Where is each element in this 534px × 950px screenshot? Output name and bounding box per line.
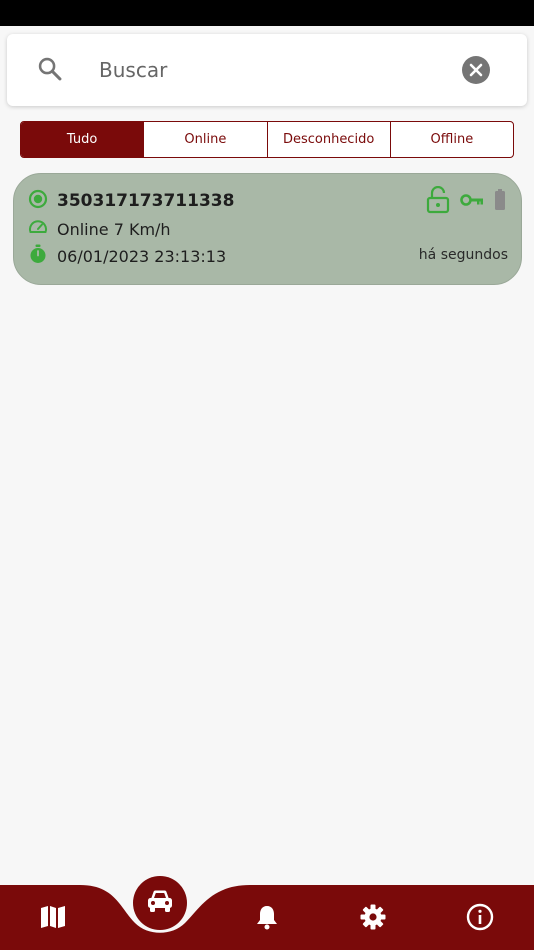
bottom-navigation bbox=[0, 868, 534, 950]
tab-online[interactable]: Online bbox=[144, 122, 268, 157]
device-status-row: Online 7 Km/h bbox=[28, 217, 171, 241]
tab-offline[interactable]: Offline bbox=[391, 122, 513, 157]
key-icon bbox=[460, 192, 484, 208]
nav-settings[interactable] bbox=[353, 902, 393, 936]
battery-icon bbox=[494, 189, 506, 211]
search-bar bbox=[7, 34, 527, 106]
gear-icon bbox=[360, 904, 386, 934]
search-input[interactable] bbox=[99, 50, 439, 90]
device-id: 350317173711338 bbox=[57, 191, 235, 211]
filter-tabs: Tudo Online Desconhecido Offline bbox=[20, 121, 514, 158]
device-status-icons bbox=[416, 186, 506, 214]
device-time-row: 06/01/2023 23:13:13 bbox=[28, 244, 226, 268]
speedometer-icon bbox=[28, 217, 48, 241]
info-icon bbox=[466, 903, 494, 935]
tab-desconhecido[interactable]: Desconhecido bbox=[268, 122, 391, 157]
status-dot-icon bbox=[28, 189, 48, 213]
nav-map[interactable] bbox=[33, 902, 73, 936]
stopwatch-icon bbox=[28, 244, 48, 268]
bell-icon bbox=[255, 904, 279, 934]
tab-tudo[interactable]: Tudo bbox=[21, 122, 145, 157]
nav-vehicles[interactable] bbox=[133, 876, 187, 930]
device-card[interactable]: 350317173711338 Online 7 Km/h 06/01/2023… bbox=[13, 173, 522, 285]
status-bar bbox=[0, 0, 534, 26]
lock-open-icon bbox=[426, 186, 450, 214]
device-id-row: 350317173711338 bbox=[28, 189, 234, 213]
last-update: há segundos bbox=[418, 247, 508, 263]
app-screen: Tudo Online Desconhecido Offline 3503171… bbox=[0, 0, 534, 950]
nav-info[interactable] bbox=[460, 902, 500, 936]
clear-search-icon[interactable] bbox=[462, 56, 490, 84]
map-icon bbox=[40, 905, 66, 933]
device-datetime: 06/01/2023 23:13:13 bbox=[57, 246, 227, 266]
search-icon[interactable] bbox=[36, 55, 64, 83]
car-icon bbox=[146, 889, 174, 917]
nav-notifications[interactable] bbox=[247, 902, 287, 936]
device-status: Online 7 Km/h bbox=[57, 219, 171, 239]
